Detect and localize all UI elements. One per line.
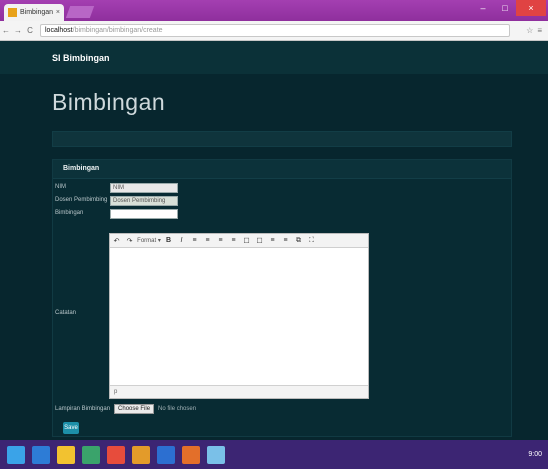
- close-button[interactable]: ×: [516, 0, 546, 16]
- panel-title: Bimbingan: [63, 165, 100, 172]
- nim-input[interactable]: NIM: [110, 183, 178, 193]
- store-icon[interactable]: [82, 445, 100, 464]
- files-icon[interactable]: [132, 445, 150, 464]
- outdent-icon[interactable]: ≡: [266, 237, 279, 244]
- nim-label: NIM: [55, 184, 66, 190]
- breadcrumb-bar: [52, 131, 512, 147]
- tab-close-icon[interactable]: ×: [56, 9, 60, 16]
- clock[interactable]: 9:00: [528, 451, 542, 458]
- chrome-icon[interactable]: [107, 445, 125, 464]
- url-host: localhost: [45, 27, 73, 34]
- bookmark-star-icon[interactable]: ☆: [526, 26, 533, 35]
- maximize-button[interactable]: □: [494, 0, 516, 16]
- bold-icon[interactable]: B: [162, 237, 175, 244]
- bimbingan-input[interactable]: [110, 209, 178, 219]
- italic-icon[interactable]: I: [175, 237, 188, 244]
- back-icon[interactable]: ←: [0, 26, 12, 35]
- browser-titlebar: Bimbingan × – □ ×: [0, 0, 548, 21]
- tab-title: Bimbingan: [20, 9, 54, 16]
- editor-toolbar: ↶ ↷ Format ▾ B I ≡ ≡ ≡ ≡ ☐ ☐ ≡ ≡ ⧉ ⛶: [110, 234, 368, 248]
- new-tab-button[interactable]: [65, 6, 95, 18]
- editor-body[interactable]: [110, 248, 368, 384]
- choose-file-button[interactable]: Choose File: [114, 404, 155, 414]
- dosen-select[interactable]: Dosen Pembimbing: [110, 196, 178, 206]
- panel-heading: Bimbingan: [53, 160, 511, 179]
- rich-text-editor: ↶ ↷ Format ▾ B I ≡ ≡ ≡ ≡ ☐ ☐ ≡ ≡ ⧉ ⛶ p: [109, 233, 369, 399]
- minimize-button[interactable]: –: [472, 0, 494, 16]
- window-controls: – □ ×: [472, 0, 546, 16]
- fullscreen-icon[interactable]: ⛶: [305, 237, 318, 245]
- catatan-label: Catatan: [55, 310, 77, 316]
- form-panel: Bimbingan NIM NIM Dosen Pembimbing Dosen…: [52, 159, 512, 437]
- paint-icon[interactable]: [182, 445, 200, 464]
- url-path: /bimbingan/bimbingan/create: [72, 27, 163, 34]
- file-status: No file chosen: [158, 406, 197, 412]
- editor-statusbar: p: [110, 385, 368, 398]
- undo-icon[interactable]: ↶: [110, 237, 123, 245]
- brand[interactable]: SI Bimbingan: [52, 53, 110, 63]
- explorer-icon[interactable]: [57, 445, 75, 464]
- numbered-list-icon[interactable]: ☐: [253, 237, 266, 245]
- word-icon[interactable]: [157, 445, 175, 464]
- toolbar-actions: ☆ ≡: [526, 26, 542, 35]
- menu-icon[interactable]: ≡: [537, 26, 542, 35]
- align-center-icon[interactable]: ≡: [201, 237, 214, 244]
- page: SI Bimbingan Bimbingan Bimbingan NIM NIM…: [0, 41, 548, 440]
- redo-icon[interactable]: ↷: [123, 237, 136, 245]
- align-right-icon[interactable]: ≡: [214, 237, 227, 244]
- justify-icon[interactable]: ≡: [227, 237, 240, 244]
- system-tray: 9:00: [528, 451, 542, 458]
- page-title: Bimbingan: [52, 89, 166, 115]
- file-upload-row: Lampiran Bimbingan Choose File No file c…: [55, 404, 196, 414]
- favicon-icon: [8, 8, 17, 17]
- align-left-icon[interactable]: ≡: [188, 237, 201, 244]
- windows-start-icon[interactable]: [7, 445, 25, 464]
- browser-tab[interactable]: Bimbingan ×: [4, 4, 64, 21]
- bimbingan-label: Bimbingan: [55, 210, 84, 216]
- taskbar: 9:00: [0, 440, 548, 469]
- forward-icon[interactable]: →: [12, 26, 24, 35]
- media-icon[interactable]: [207, 445, 225, 464]
- dosen-label: Dosen Pembimbing: [55, 197, 108, 203]
- indent-icon[interactable]: ≡: [279, 237, 292, 244]
- save-button[interactable]: Save: [63, 422, 79, 434]
- link-icon[interactable]: ⧉: [292, 237, 305, 245]
- browser-toolbar: ← → C localhost /bimbingan/bimbingan/cre…: [0, 21, 548, 41]
- navbar: SI Bimbingan: [0, 41, 548, 74]
- bullet-list-icon[interactable]: ☐: [240, 237, 253, 245]
- file-label: Lampiran Bimbingan: [55, 406, 111, 412]
- format-dropdown[interactable]: Format ▾: [136, 237, 162, 244]
- address-bar[interactable]: localhost /bimbingan/bimbingan/create: [40, 24, 510, 37]
- reload-icon[interactable]: C: [24, 26, 36, 35]
- ie-icon[interactable]: [32, 445, 50, 464]
